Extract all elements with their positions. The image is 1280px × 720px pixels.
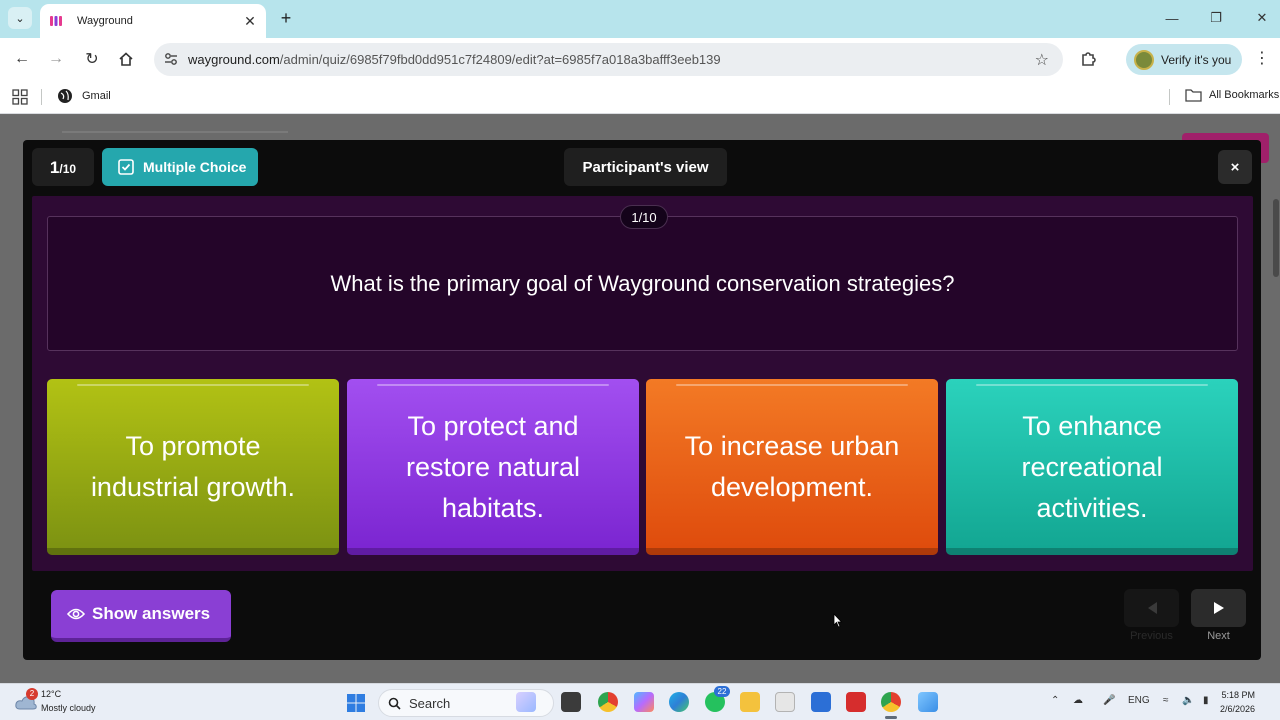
weather-condition: Mostly cloudy (41, 703, 96, 713)
window-close-icon[interactable]: ✕ (1240, 0, 1280, 36)
participant-view-toggle[interactable]: Participant's view (564, 148, 727, 186)
question-preview-modal: 1/10 Multiple Choice Participant's view … (23, 140, 1261, 660)
bookmark-gmail[interactable]: Gmail (57, 88, 111, 104)
clock-time: 5:18 PM (1221, 690, 1255, 700)
question-stage: 1/10 What is the primary goal of Waygrou… (32, 196, 1253, 571)
clock-date: 2/6/2026 (1219, 704, 1255, 714)
site-settings-icon[interactable] (162, 50, 180, 68)
language-indicator[interactable]: ENG (1128, 695, 1150, 706)
question-type-label: Multiple Choice (143, 159, 247, 175)
browser-tab-bar: ⌄ Wayground ✕ + — ❐ ✕ (0, 0, 1280, 38)
page-scrollbar-thumb[interactable] (1273, 199, 1279, 277)
home-icon[interactable] (114, 47, 138, 71)
previous-label: Previous (1130, 630, 1173, 642)
taskbar-search-label: Search (409, 695, 451, 711)
tab-title: Wayground (77, 15, 133, 27)
question-counter-total: /10 (59, 162, 77, 176)
previous-arrow-icon (1147, 602, 1157, 614)
previous-button[interactable] (1124, 589, 1179, 627)
extensions-puzzle-icon[interactable] (1078, 47, 1100, 69)
reload-icon[interactable]: ↻ (80, 47, 104, 71)
next-button[interactable] (1191, 589, 1246, 627)
next-arrow-icon (1213, 602, 1224, 614)
url-text: wayground.com/admin/quiz/6985f79fbd0dd95… (188, 52, 721, 67)
address-bar[interactable]: wayground.com/admin/quiz/6985f79fbd0dd95… (154, 43, 1063, 76)
weather-widget[interactable]: 2 12°C Mostly cloudy (14, 687, 124, 719)
bookmarks-divider (41, 89, 42, 105)
windows-taskbar: 2 12°C Mostly cloudy Search 22 ⌃ ☁ 🎤 ENG… (0, 683, 1280, 720)
all-bookmarks[interactable]: All Bookmarks (1185, 88, 1279, 102)
question-card: What is the primary goal of Wayground co… (47, 216, 1238, 351)
apps-grid-icon[interactable] (12, 89, 28, 105)
chrome-active-indicator (885, 716, 897, 719)
restore-icon[interactable]: ❐ (1194, 0, 1238, 36)
all-bookmarks-label: All Bookmarks (1209, 89, 1280, 101)
whatsapp-badge: 22 (714, 686, 730, 697)
notepad-icon[interactable] (775, 692, 795, 712)
browser-menu-icon[interactable]: ⋮ (1254, 48, 1270, 70)
answer-option-2-text: To protect and restore natural habitats. (405, 410, 581, 523)
answer-option-1-text: To promote industrial growth. (90, 431, 296, 502)
todo-icon[interactable] (811, 692, 831, 712)
profile-verify-label: Verify it's you (1161, 52, 1232, 67)
background-divider (62, 131, 288, 133)
next-label: Next (1207, 630, 1230, 642)
microphone-icon[interactable]: 🎤 (1103, 695, 1115, 706)
new-tab-icon[interactable]: + (276, 8, 296, 28)
chrome-profile-icon[interactable] (881, 692, 901, 712)
copilot-widget-icon[interactable] (516, 692, 536, 712)
show-answers-label: Show answers (92, 604, 211, 623)
profile-verify-button[interactable]: Verify it's you (1126, 44, 1242, 75)
question-counter: 1/10 (32, 148, 94, 186)
acrobat-icon[interactable] (846, 692, 866, 712)
show-answers-button[interactable]: Show answers (51, 590, 231, 642)
tray-onedrive-icon[interactable]: ☁ (1073, 695, 1083, 706)
answer-option-4[interactable]: To enhance recreational activities. (946, 379, 1238, 555)
browser-tab[interactable]: Wayground ✕ (40, 4, 266, 38)
question-type-badge: Multiple Choice (102, 148, 258, 186)
tab-search-chevron-icon[interactable]: ⌄ (8, 7, 32, 29)
page-scrollbar[interactable] (1272, 185, 1280, 678)
tab-close-icon[interactable]: ✕ (242, 13, 258, 30)
taskbar-clock[interactable]: 5:18 PM 2/6/2026 (1199, 688, 1255, 716)
weather-temperature: 12°C (41, 689, 62, 699)
weather-badge: 2 (26, 688, 38, 700)
back-arrow-icon[interactable]: ← (10, 47, 34, 71)
wifi-icon[interactable]: ≈ (1163, 695, 1169, 706)
tray-overflow-icon[interactable]: ⌃ (1051, 695, 1059, 706)
task-view-icon[interactable] (561, 692, 581, 712)
snipping-tool-icon[interactable] (918, 692, 938, 712)
chrome-icon[interactable] (598, 692, 618, 712)
minimize-icon[interactable]: — (1150, 0, 1194, 36)
volume-icon[interactable]: 🔈 (1182, 695, 1194, 706)
windows-start-icon[interactable] (346, 693, 366, 713)
question-counter-current: 1 (49, 158, 60, 177)
folder-icon (1185, 89, 1202, 102)
bookmarks-bar: Gmail All Bookmarks (0, 80, 1280, 114)
url-host: wayground.com (188, 52, 280, 67)
globe-icon (58, 89, 72, 103)
file-explorer-icon[interactable] (740, 692, 760, 712)
bookmark-star-icon[interactable]: ☆ (1035, 50, 1049, 70)
checkbox-icon (118, 159, 134, 175)
answer-option-1[interactable]: To promote industrial growth. (47, 379, 339, 555)
forward-arrow-icon[interactable]: → (44, 47, 68, 71)
eye-icon (67, 608, 85, 620)
mouse-cursor-icon (833, 613, 843, 628)
url-path: /admin/quiz/6985f79fbd0dd951c7f24809/edi… (279, 52, 721, 67)
question-text: What is the primary goal of Wayground co… (330, 270, 955, 296)
copilot-app-icon[interactable] (634, 692, 654, 712)
edge-icon[interactable] (669, 692, 689, 712)
answer-option-4-text: To enhance recreational activities. (1021, 410, 1163, 523)
wayground-favicon-icon (50, 16, 62, 26)
answer-option-2[interactable]: To protect and restore natural habitats. (347, 379, 639, 555)
bookmarks-divider-right (1169, 89, 1170, 105)
search-icon (388, 697, 401, 710)
profile-avatar (1134, 49, 1154, 70)
bookmark-gmail-label: Gmail (82, 90, 111, 102)
answer-option-3-text: To increase urban development. (684, 431, 900, 502)
modal-close-button[interactable]: × (1218, 150, 1252, 184)
answer-option-3[interactable]: To increase urban development. (646, 379, 938, 555)
question-number-badge: 1/10 (620, 205, 668, 229)
